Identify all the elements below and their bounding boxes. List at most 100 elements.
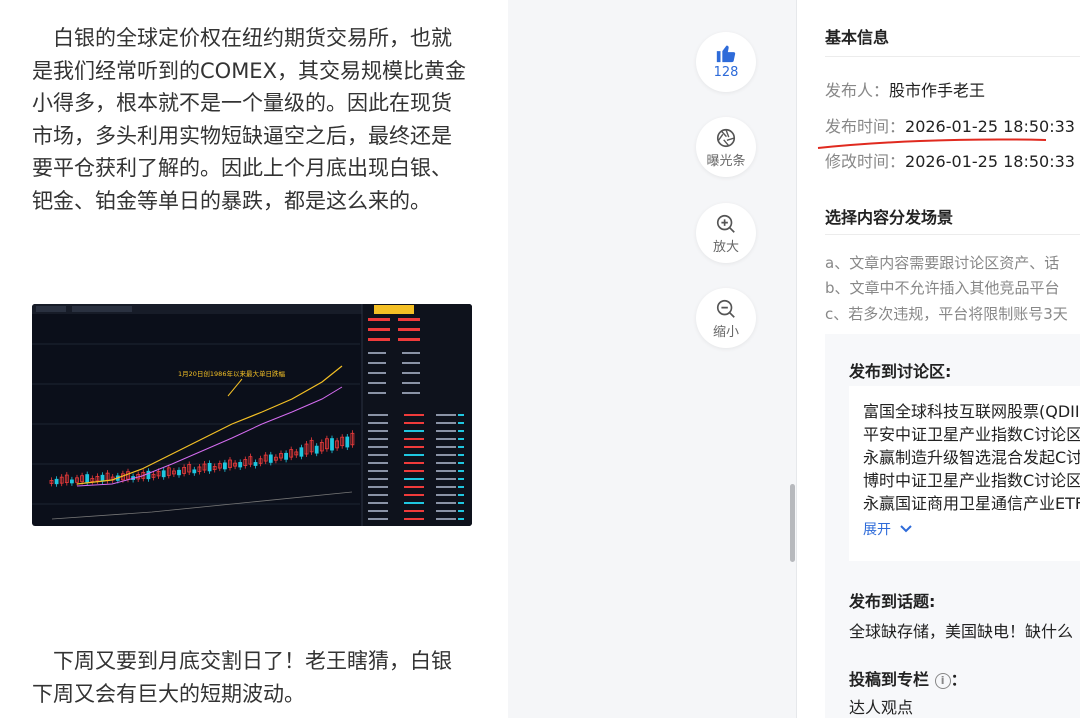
forum-item[interactable]: 博时中证卫星产业指数C讨论区: [863, 469, 1080, 492]
topic-title: 发布到话题:: [849, 592, 936, 611]
red-underline-mark: [817, 138, 1047, 149]
trade-row-mark: [458, 414, 464, 416]
trade-row-mark: [404, 414, 424, 416]
trade-row-mark: [368, 430, 388, 432]
divider: [825, 56, 1080, 57]
trade-row-mark: [436, 462, 456, 464]
trade-row-mark: [458, 478, 464, 480]
forum-list: 富国全球科技互联网股票(QDII 平安中证卫星产业指数C讨论区 永赢制造升级智选…: [849, 386, 1080, 561]
forum-item[interactable]: 平安中证卫星产业指数C讨论区: [863, 423, 1080, 446]
trade-row-mark: [436, 486, 456, 488]
candle-body: [85, 474, 90, 483]
forum-title: 发布到讨论区:: [849, 362, 952, 381]
trade-row-mark: [368, 422, 388, 424]
candle-body: [314, 445, 319, 454]
zoom-out-icon: [716, 299, 735, 318]
expand-label: 展开: [863, 522, 891, 538]
trade-row-mark: [458, 422, 464, 424]
candle-body: [70, 479, 74, 484]
trade-row-mark: [368, 518, 388, 520]
trade-row-mark: [404, 422, 424, 424]
zoom-in-icon: [716, 214, 735, 233]
column-value[interactable]: 达人观点: [849, 694, 913, 718]
candle-body: [177, 469, 181, 476]
modify-time-value: 2026-01-25 18:50:33: [905, 152, 1075, 171]
candle-body: [268, 454, 273, 463]
trade-row-mark: [436, 446, 456, 448]
like-button[interactable]: 128: [696, 32, 756, 92]
zoom-in-label: 放大: [712, 240, 739, 255]
trade-row-mark: [368, 446, 388, 448]
candle-body: [100, 474, 105, 482]
column-title-row: 投稿到专栏 i：: [849, 666, 967, 690]
trade-row-mark: [404, 478, 424, 480]
zoom-out-button[interactable]: 缩小: [696, 288, 756, 348]
trade-row-mark: [404, 486, 424, 488]
trade-row-mark: [404, 470, 424, 472]
modify-time-label: 修改时间：: [825, 152, 906, 171]
silver-chart-image: 1月20日创1986年以来最大单日跌幅: [32, 304, 472, 526]
trade-row-mark: [368, 470, 388, 472]
trade-row-mark: [458, 518, 464, 520]
trade-row-mark: [436, 422, 456, 424]
trade-row-mark: [404, 430, 424, 432]
distribution-box: 发布到讨论区: 富国全球科技互联网股票(QDII 平安中证卫星产业指数C讨论区 …: [825, 334, 1080, 718]
trade-row-mark: [458, 470, 464, 472]
candle-body: [192, 469, 197, 474]
candle-body: [284, 452, 289, 460]
chevron-down-icon: [900, 525, 913, 533]
candle-body: [299, 447, 304, 457]
trade-row-mark: [436, 502, 456, 504]
expose-button[interactable]: 曝光条: [696, 117, 756, 177]
trade-row-mark: [436, 518, 456, 520]
article-paragraph: 白银的全球定价权在纽约期货交易所，也就是我们经常听到的COMEX，其交易规模比黄…: [32, 26, 466, 213]
scrollbar-thumb[interactable]: [790, 484, 795, 562]
trade-row-mark: [404, 502, 424, 504]
info-icon[interactable]: i: [934, 673, 951, 689]
trade-row-mark: [458, 510, 464, 512]
aperture-icon: [716, 128, 736, 148]
trade-row-mark: [436, 470, 456, 472]
forum-item[interactable]: 富国全球科技互联网股票(QDII: [863, 400, 1080, 423]
publisher-row: 发布人：股市作手老王: [825, 77, 985, 101]
trade-row-mark: [436, 494, 456, 496]
trade-row-mark: [404, 518, 424, 520]
topic-value[interactable]: 全球缺存储，美国缺电！缺什么: [849, 618, 1073, 642]
thumbs-up-icon: [716, 45, 736, 63]
rule-b: b、文章中不允许插入其他竞品平台: [825, 279, 1060, 297]
publish-info-panel: 基本信息 发布人：股市作手老王 发布时间：2026-01-25 18:50:33…: [796, 0, 1080, 718]
column-title: 投稿到专栏: [849, 670, 930, 689]
trade-row-mark: [436, 510, 456, 512]
trade-row-mark: [458, 446, 464, 448]
candlestick-chart: 1月20日创1986年以来最大单日跌幅: [32, 304, 472, 526]
trade-row-mark: [436, 430, 456, 432]
trade-row-mark: [436, 478, 456, 480]
trade-row-mark: [458, 430, 464, 432]
trade-row-mark: [368, 486, 388, 488]
candle-body: [222, 462, 227, 470]
expand-button[interactable]: 展开: [863, 519, 913, 539]
trade-row-mark: [404, 446, 424, 448]
trade-row-mark: [368, 454, 388, 456]
candle-body: [146, 470, 151, 480]
trade-row-mark: [436, 454, 456, 456]
trade-row-mark: [436, 414, 456, 416]
trade-row-mark: [458, 486, 464, 488]
trade-row-mark: [458, 454, 464, 456]
zoom-out-label: 缩小: [712, 325, 739, 340]
column-suffix: ：: [950, 670, 967, 689]
divider: [825, 234, 1080, 235]
trade-row-mark: [404, 494, 424, 496]
forum-item[interactable]: 永赢制造升级智选混合发起C讨: [863, 446, 1080, 469]
trade-row-mark: [404, 454, 424, 456]
scene-title: 选择内容分发场景: [825, 208, 954, 227]
trade-row-mark: [368, 478, 388, 480]
trade-row-mark: [368, 494, 388, 496]
trade-row-mark: [368, 462, 388, 464]
candle-body: [54, 478, 59, 485]
zoom-in-button[interactable]: 放大: [696, 203, 756, 263]
forum-item[interactable]: 永赢国证商用卫星通信产业ETF: [863, 492, 1080, 515]
publisher-value: 股市作手老王: [889, 81, 986, 100]
chart-annotation: 1月20日创1986年以来最大单日跌幅: [178, 369, 285, 378]
trade-row-mark: [404, 510, 424, 512]
